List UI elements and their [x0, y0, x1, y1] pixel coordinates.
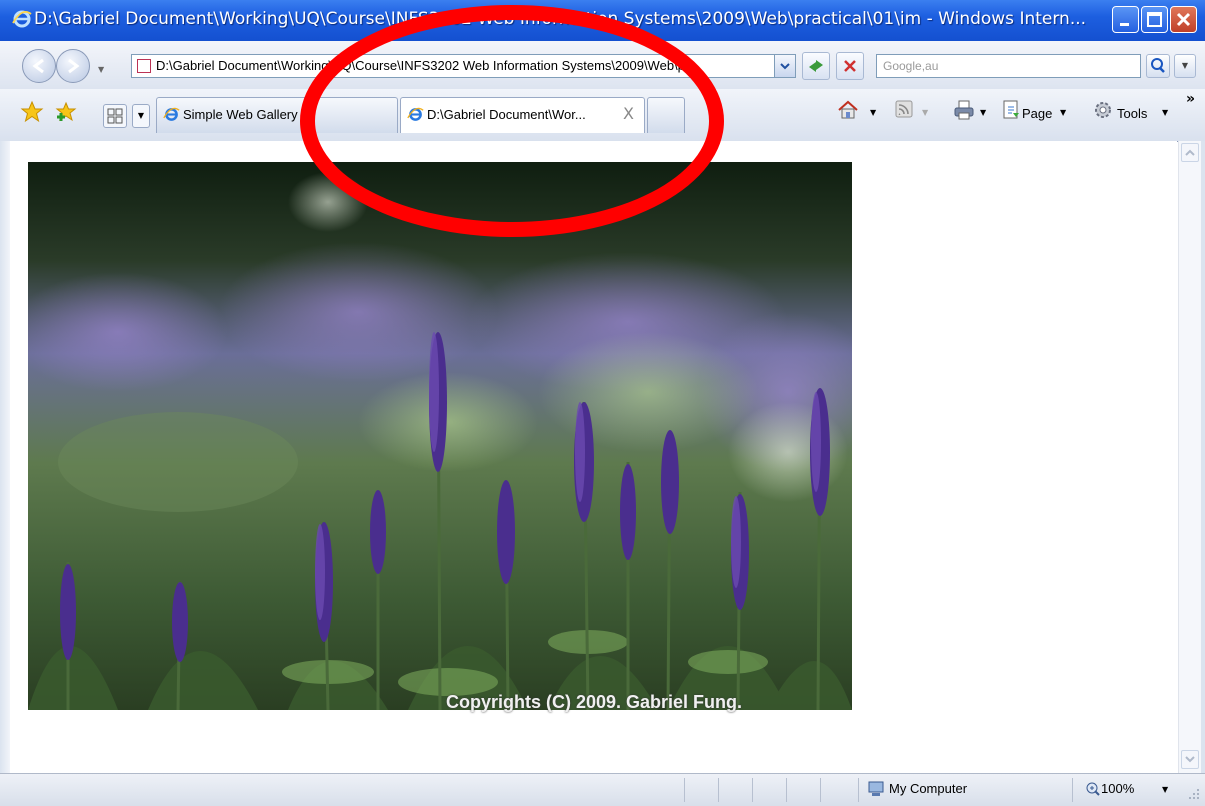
search-box[interactable]: Google,au [876, 54, 1141, 78]
refresh-icon [809, 60, 823, 72]
copyright-watermark: Copyrights (C) 2009. Gabriel Fung. [446, 692, 743, 712]
search-button[interactable] [1146, 54, 1170, 78]
search-icon [1151, 58, 1165, 73]
status-separator [1072, 778, 1073, 802]
close-button[interactable] [1170, 6, 1197, 33]
close-icon [1176, 12, 1191, 27]
home-icon[interactable] [836, 98, 860, 122]
status-separator [820, 778, 821, 802]
scroll-up-button[interactable] [1181, 143, 1199, 162]
forward-arrow-icon [68, 58, 80, 74]
feeds-icon[interactable] [894, 99, 914, 119]
window-left-border [0, 141, 10, 773]
maximize-icon [1147, 12, 1162, 27]
page-menu-label[interactable]: Page [1022, 106, 1052, 121]
resize-grip-icon[interactable] [1186, 786, 1202, 802]
scroll-down-button[interactable] [1181, 750, 1199, 769]
ie-tab-icon [163, 107, 180, 121]
refresh-button[interactable] [802, 52, 830, 80]
search-input[interactable]: Google,au [883, 59, 938, 73]
vertical-scrollbar[interactable] [1178, 141, 1202, 773]
gear-icon[interactable] [1092, 99, 1114, 121]
favorites-star-icon[interactable] [20, 100, 44, 124]
search-options-dropdown[interactable]: ▼ [1174, 54, 1196, 78]
lavender-photo [28, 162, 852, 710]
add-favorites-icon[interactable] [54, 100, 78, 124]
print-dropdown-icon[interactable]: ▼ [980, 108, 986, 117]
history-dropdown-icon[interactable]: ▼ [98, 65, 104, 74]
address-dropdown-button[interactable] [774, 55, 795, 77]
chevron-up-icon [1185, 149, 1195, 156]
tools-dropdown-icon[interactable]: ▼ [1162, 108, 1168, 117]
page-icon [137, 59, 151, 73]
zoom-level[interactable]: 100% [1101, 781, 1134, 796]
feeds-dropdown-icon[interactable]: ▼ [922, 108, 928, 117]
tools-menu-label[interactable]: Tools [1117, 106, 1147, 121]
back-arrow-icon [32, 58, 44, 74]
minimize-icon [1120, 23, 1129, 26]
print-icon[interactable] [952, 98, 976, 122]
forward-button[interactable] [56, 49, 90, 83]
zoom-dropdown-icon[interactable]: ▼ [1162, 785, 1168, 794]
minimize-button[interactable] [1112, 6, 1139, 33]
toolbar-overflow-button[interactable]: » [1186, 91, 1195, 107]
tab-label: Simple Web Gallery [183, 107, 298, 122]
page-icon[interactable] [1001, 99, 1021, 121]
back-button[interactable] [22, 49, 56, 83]
status-bar: My Computer 100% ▼ [0, 773, 1205, 806]
stop-icon [844, 60, 856, 72]
status-separator [752, 778, 753, 802]
quick-tabs-button[interactable] [103, 104, 127, 128]
tab-list-dropdown[interactable]: ▼ [132, 104, 150, 128]
stop-button[interactable] [836, 52, 864, 80]
lavender-image [28, 162, 852, 710]
quick-tabs-icon [107, 108, 123, 124]
home-dropdown-icon[interactable]: ▼ [870, 108, 876, 117]
zoom-icon [1086, 782, 1100, 796]
status-separator [684, 778, 685, 802]
highlight-circle-annotation [300, 5, 724, 237]
status-separator [718, 778, 719, 802]
my-computer-icon [868, 781, 884, 796]
ie-logo-icon [12, 10, 32, 28]
chevron-down-icon [1185, 756, 1195, 763]
status-separator [858, 778, 859, 802]
security-zone-label[interactable]: My Computer [889, 781, 967, 796]
chevron-down-icon [780, 63, 790, 70]
maximize-button[interactable] [1141, 6, 1168, 33]
page-dropdown-icon[interactable]: ▼ [1060, 108, 1066, 117]
window-right-border [1201, 141, 1205, 773]
status-separator [786, 778, 787, 802]
